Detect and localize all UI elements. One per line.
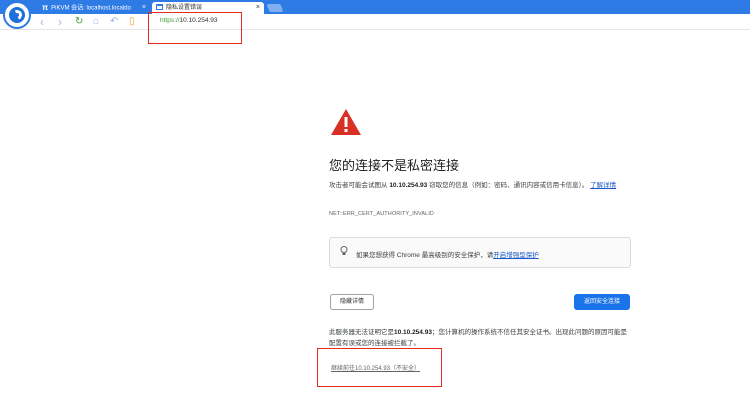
highlight-box-proceed bbox=[317, 348, 442, 387]
tab-close-icon[interactable]: × bbox=[256, 2, 260, 14]
undo-icon[interactable]: ↶ bbox=[110, 15, 118, 29]
lightbulb-icon bbox=[340, 246, 348, 258]
host-bold: 10.10.254.93 bbox=[394, 329, 432, 336]
tab-pikvm[interactable]: π PiKVM 会话: localhost.localdo × bbox=[38, 2, 150, 14]
enhanced-protection-box: 如果您想获得 Chrome 最高级别的安全保护，请开启增强型保护 bbox=[329, 237, 631, 268]
back-to-safety-button[interactable]: 返回安全连接 bbox=[574, 294, 630, 310]
hide-details-button[interactable]: 隐藏详情 bbox=[330, 294, 374, 310]
home-icon[interactable]: ⌂ bbox=[93, 15, 99, 29]
learn-more-link[interactable]: 了解详情 bbox=[590, 182, 616, 189]
forward-icon[interactable]: › bbox=[58, 15, 62, 29]
browser-logo-icon[interactable] bbox=[3, 1, 31, 29]
page-title: 您的连接不是私密连接 bbox=[329, 158, 460, 173]
back-icon[interactable]: ‹ bbox=[40, 15, 44, 29]
tab-label: 隐私设置错误 bbox=[166, 5, 203, 11]
error-code: NET::ERR_CERT_AUTHORITY_INVALID bbox=[329, 211, 434, 217]
page-icon bbox=[156, 3, 163, 10]
enhanced-protection-link[interactable]: 开启增强型保护 bbox=[493, 252, 539, 259]
tab-close-icon[interactable]: × bbox=[142, 2, 146, 14]
safe-text: 如果您想获得 Chrome 最高级别的安全保护，请 bbox=[356, 252, 494, 259]
attack-description: 攻击者可能会试图从 10.10.254.93 窃取您的信息（例如：密码、通讯内容… bbox=[329, 182, 617, 189]
highlight-box-url bbox=[148, 12, 242, 44]
warning-icon bbox=[331, 109, 361, 135]
new-tab-button[interactable] bbox=[266, 4, 284, 12]
cert-explanation: 此服务器无法证明它是10.10.254.93；您计算机的操作系统不信任其安全证书… bbox=[329, 329, 627, 347]
reload-icon[interactable]: ↻ bbox=[75, 15, 83, 29]
tab-label: PiKVM 会话: localhost.localdo bbox=[51, 5, 131, 12]
pi-icon: π bbox=[42, 3, 49, 12]
host-bold: 10.10.254.93 bbox=[389, 182, 428, 189]
bookmarks-icon[interactable]: ▯ bbox=[129, 15, 135, 29]
